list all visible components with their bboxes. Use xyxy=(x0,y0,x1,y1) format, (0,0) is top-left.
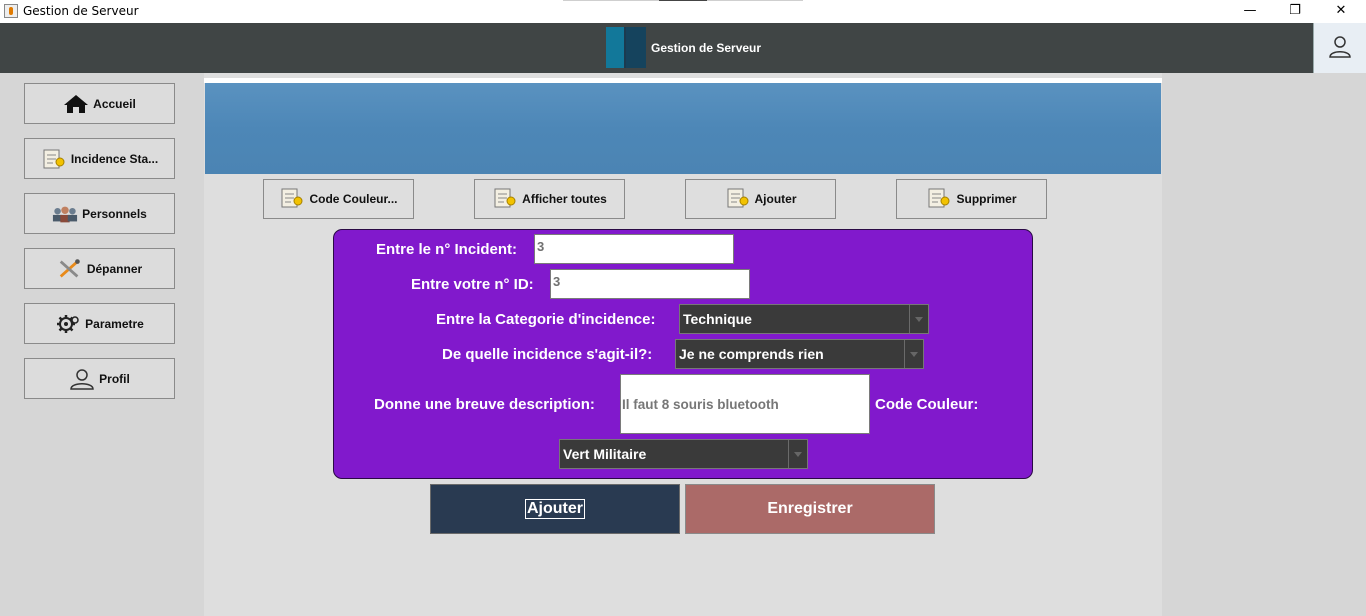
sidebar-item-parametre[interactable]: Parametre xyxy=(24,303,175,344)
sidebar-item-label: Dépanner xyxy=(86,261,143,276)
tools-icon xyxy=(57,258,83,280)
titlebar-divider-dark xyxy=(659,0,707,1)
home-icon xyxy=(63,93,89,115)
sidebar-item-label: Personnels xyxy=(82,206,147,221)
people-icon xyxy=(52,203,78,225)
supprimer-button[interactable]: Supprimer xyxy=(896,179,1047,219)
description-textarea[interactable]: Il faut 8 souris bluetooth xyxy=(620,374,870,434)
sidebar-item-personnels[interactable]: Personnels xyxy=(24,193,175,234)
incident-type-label: De quelle incidence s'agit-il?: xyxy=(442,346,653,363)
scroll-icon xyxy=(41,148,67,170)
right-empty-area xyxy=(1162,73,1366,616)
sidebar-item-label: Parametre xyxy=(85,316,144,331)
chevron-down-icon[interactable] xyxy=(788,440,807,468)
color-code-select[interactable]: Vert Militaire xyxy=(559,439,808,469)
category-select-value: Technique xyxy=(683,311,752,327)
app-header: Gestion de Serveur xyxy=(0,23,1366,73)
sidebar-item-label: Profil xyxy=(99,371,130,386)
user-account-button[interactable] xyxy=(1313,23,1366,73)
main-panel: Code Couleur... Afficher toutes Ajouter … xyxy=(204,73,1162,616)
category-select[interactable]: Technique xyxy=(679,304,929,334)
color-code-select-value: Vert Militaire xyxy=(563,446,647,462)
chevron-down-icon[interactable] xyxy=(909,305,928,333)
incident-type-select[interactable]: Je ne comprends rien xyxy=(675,339,924,369)
user-id-label: Entre votre n° ID: xyxy=(411,276,534,293)
maximize-button[interactable]: ❐ xyxy=(1272,0,1318,23)
sidebar-item-label: Accueil xyxy=(93,96,136,111)
ajouter-button-label: Ajouter xyxy=(525,499,585,519)
java-app-icon xyxy=(4,4,18,18)
sidebar-item-profil[interactable]: Profil xyxy=(24,358,175,399)
app-logo xyxy=(606,27,646,68)
banner-image xyxy=(205,83,1161,174)
button-label: Code Couleur... xyxy=(309,192,398,206)
button-label: Supprimer xyxy=(956,192,1017,206)
description-label: Donne une breuve description: xyxy=(374,396,595,413)
sidebar-item-accueil[interactable]: Accueil xyxy=(24,83,175,124)
incident-number-field[interactable]: 3 xyxy=(534,234,734,264)
scroll-icon xyxy=(725,187,751,212)
ajouter-button[interactable]: Ajouter xyxy=(430,484,680,534)
incident-number-label: Entre le n° Incident: xyxy=(376,241,518,258)
window-titlebar: Gestion de Serveur — ❐ ✕ xyxy=(0,0,1366,23)
gear-icon xyxy=(55,313,81,335)
incident-type-select-value: Je ne comprends rien xyxy=(679,346,824,362)
close-button[interactable]: ✕ xyxy=(1318,0,1364,23)
incident-form: Entre le n° Incident: 3 Entre votre n° I… xyxy=(333,229,1033,479)
user-icon xyxy=(69,368,95,390)
sidebar-item-depanner[interactable]: Dépanner xyxy=(24,248,175,289)
app-title: Gestion de Serveur xyxy=(651,41,762,55)
category-label: Entre la Categorie d'incidence: xyxy=(436,311,656,328)
minimize-button[interactable]: — xyxy=(1227,0,1273,23)
window-title: Gestion de Serveur xyxy=(23,4,139,18)
scroll-icon xyxy=(926,187,952,212)
sidebar-item-incidence[interactable]: Incidence Sta... xyxy=(24,138,175,179)
chevron-down-icon[interactable] xyxy=(904,340,923,368)
button-label: Afficher toutes xyxy=(522,192,607,206)
user-icon xyxy=(1329,36,1351,58)
ajouter-toolbar-button[interactable]: Ajouter xyxy=(685,179,836,219)
button-label: Ajouter xyxy=(754,192,797,206)
code-couleur-button[interactable]: Code Couleur... xyxy=(263,179,414,219)
enregistrer-button[interactable]: Enregistrer xyxy=(685,484,935,534)
sidebar-item-label: Incidence Sta... xyxy=(70,151,159,166)
user-id-field[interactable]: 3 xyxy=(550,269,750,299)
scroll-icon xyxy=(492,187,518,212)
afficher-toutes-button[interactable]: Afficher toutes xyxy=(474,179,625,219)
color-code-label: Code Couleur: xyxy=(875,396,979,413)
scroll-icon xyxy=(279,187,305,212)
enregistrer-button-label: Enregistrer xyxy=(767,500,853,517)
